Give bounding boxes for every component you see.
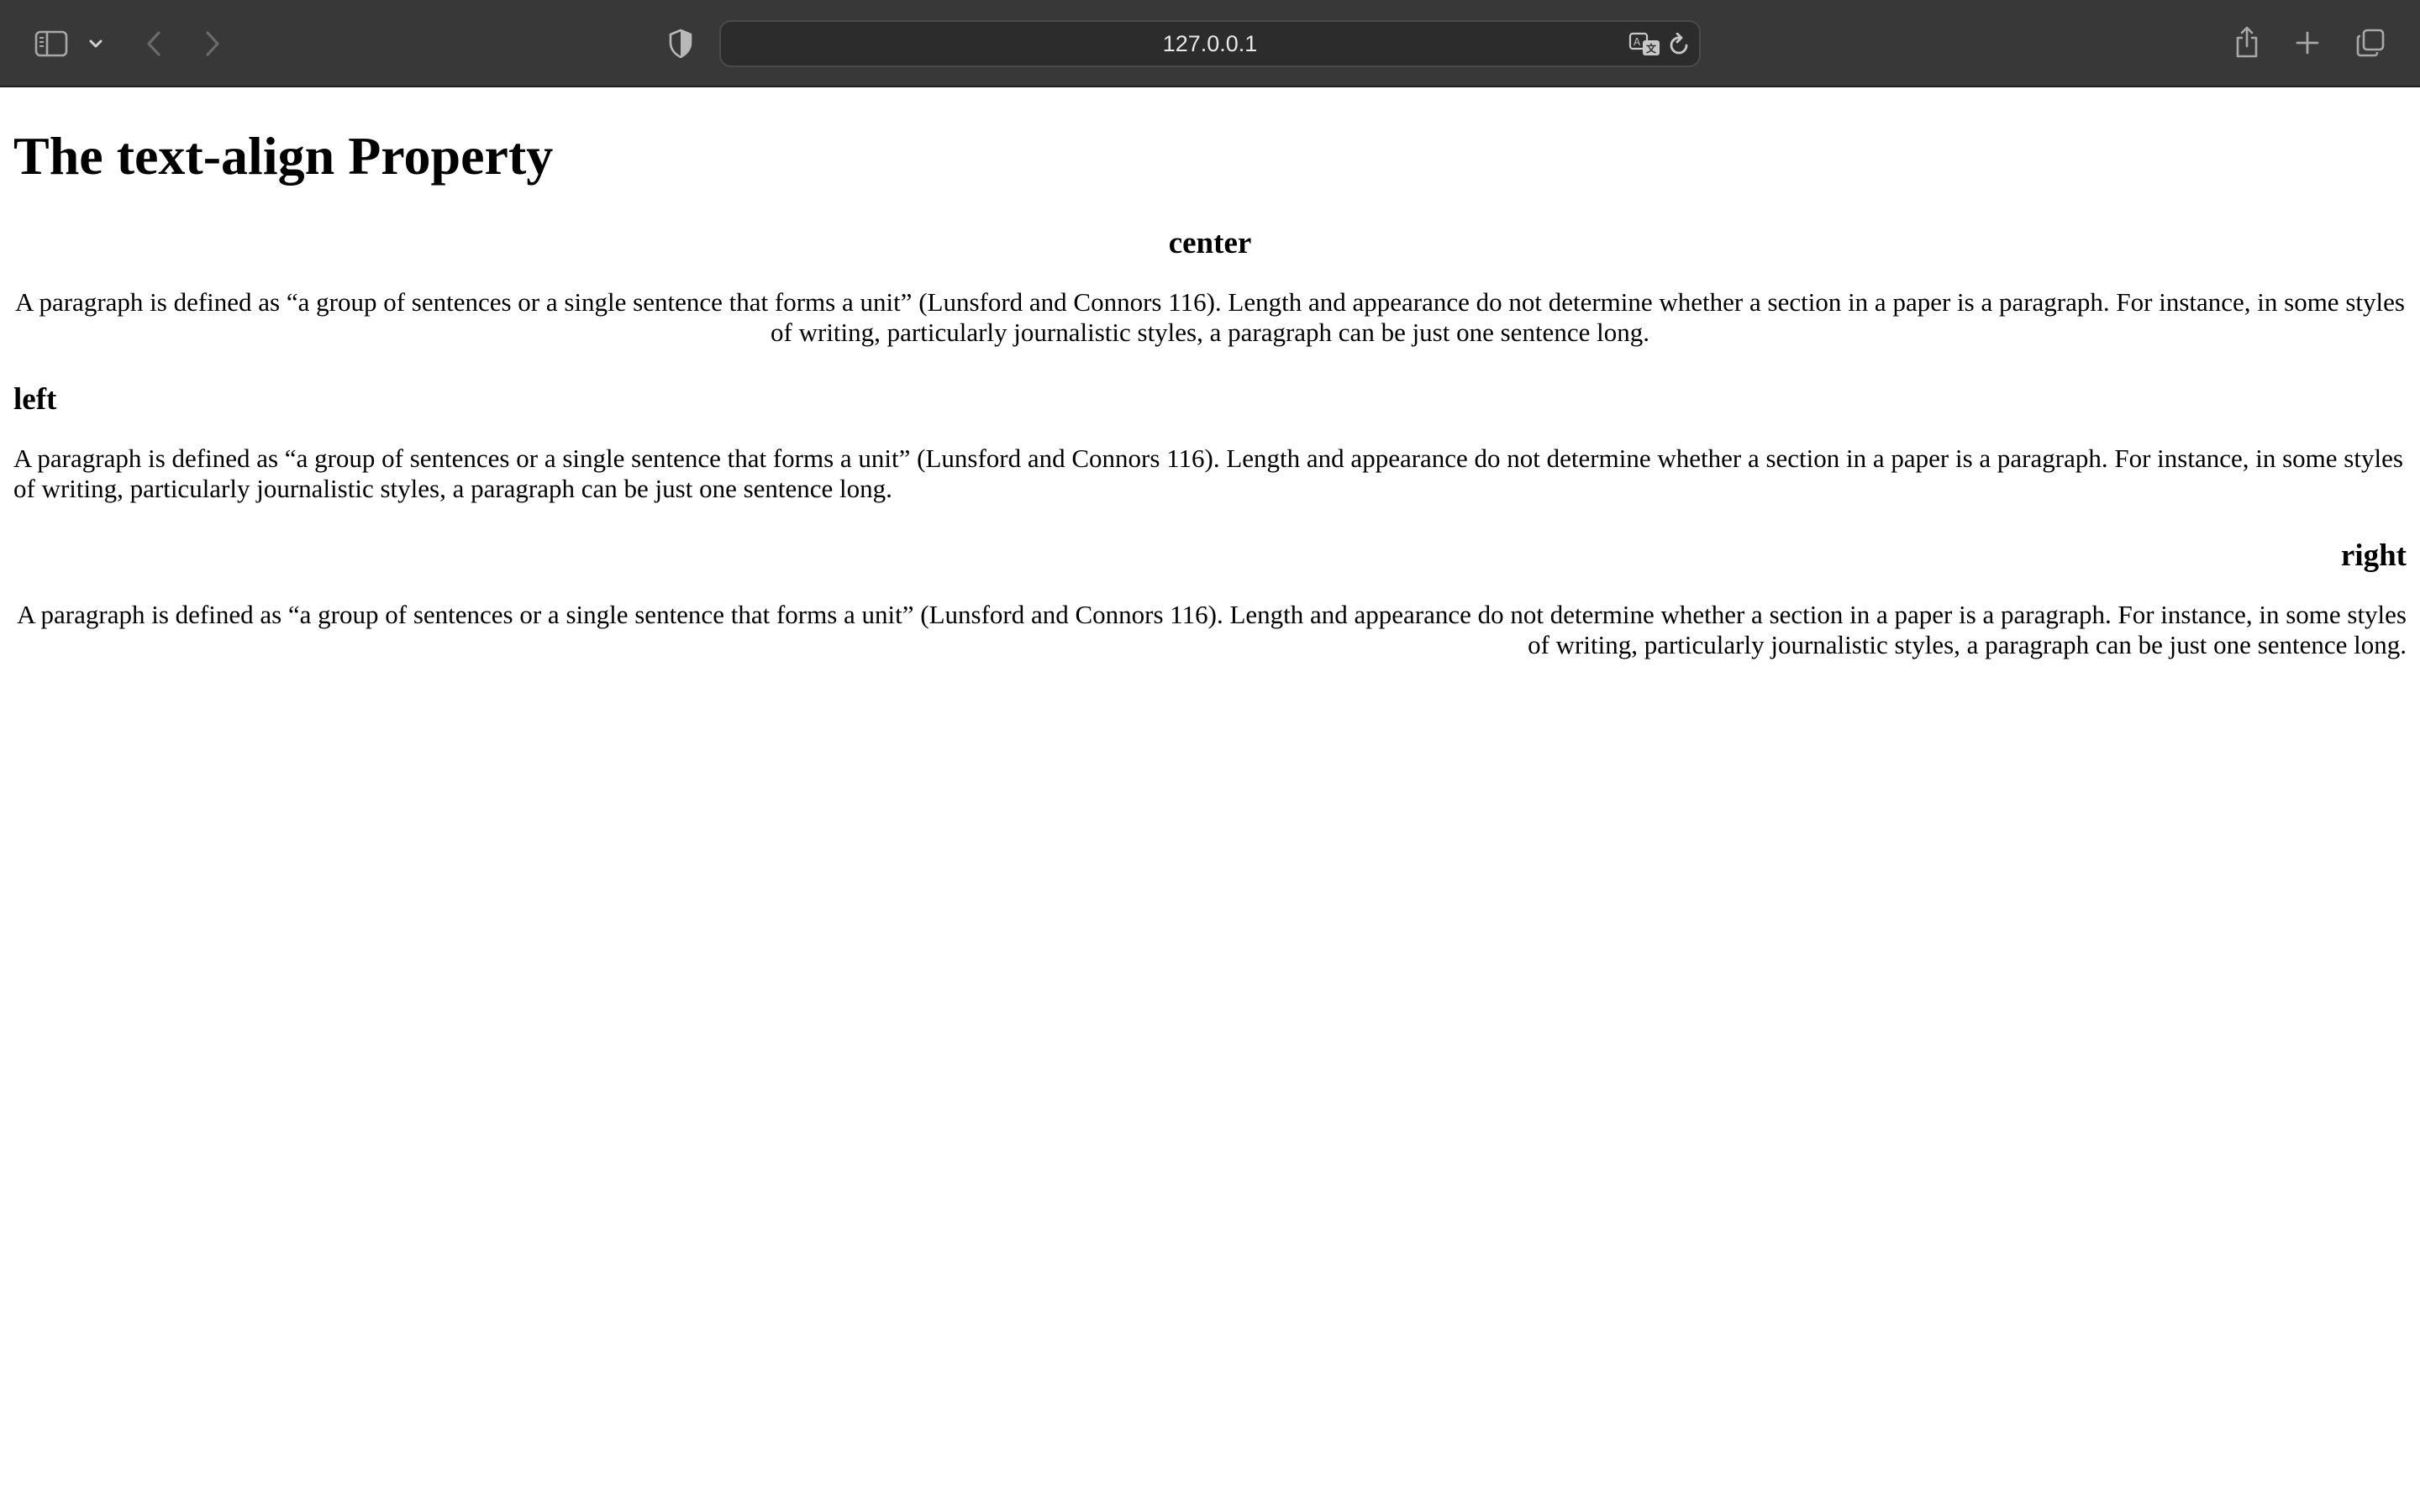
chevron-right-icon [206,31,219,56]
chevron-left-icon [147,31,160,56]
shield-icon[interactable] [664,25,697,62]
forward-button[interactable] [197,25,229,62]
section-heading-left: left [13,382,57,417]
address-bar[interactable]: 127.0.0.1 A 文 [719,20,1701,67]
share-icon[interactable] [2230,22,2264,62]
paragraph-left: A paragraph is defined as “a group of se… [13,444,2403,503]
browser-toolbar: 127.0.0.1 A 文 [0,0,2420,87]
section-heading-center: center [1168,226,1252,260]
translate-icon[interactable]: A 文 [1627,29,1664,60]
paragraph-right: A paragraph is defined as “a group of se… [17,600,2407,659]
plus-icon[interactable] [2291,25,2324,60]
chevron-down-icon[interactable] [84,30,108,57]
svg-text:A: A [1634,36,1641,48]
back-button[interactable] [138,25,170,62]
paragraph-center: A paragraph is defined as “a group of se… [15,287,2405,347]
url-text[interactable]: 127.0.0.1 [721,22,1699,66]
sidebar-icon[interactable] [32,25,71,62]
reload-icon[interactable] [1665,30,1694,59]
tabs-icon[interactable] [2353,25,2388,60]
page-title: The text-align Property [13,126,554,186]
page-content: The text-align Property center A paragra… [13,87,2407,660]
svg-text:文: 文 [1646,42,1657,55]
section-heading-right: right [2340,538,2407,573]
